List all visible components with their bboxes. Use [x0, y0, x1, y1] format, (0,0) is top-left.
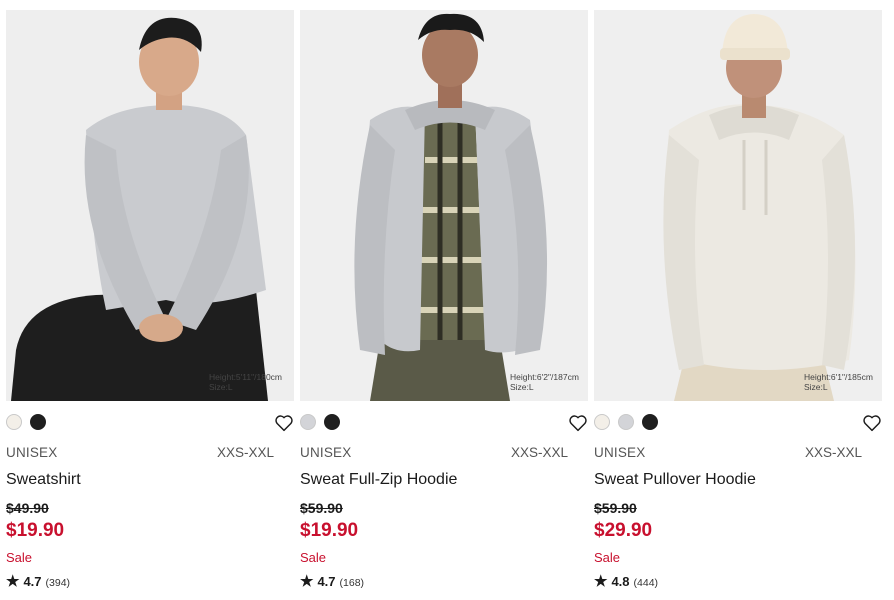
star-icon: ★ [300, 573, 314, 590]
rating: ★ 4.7 (168) [300, 572, 364, 590]
size-range: XXS-XXL [804, 445, 862, 460]
size-range: XXS-XXL [216, 445, 274, 460]
sale-label: Sale [594, 550, 621, 565]
product-image[interactable]: Height:5'11"/180cm Size:L [6, 10, 294, 401]
color-swatch[interactable] [300, 414, 316, 430]
model-height: Height:6'1"/185cm [804, 372, 873, 382]
color-swatch[interactable] [6, 414, 22, 430]
product-image[interactable]: Height:6'2"/187cm Size:L [300, 10, 588, 401]
sale-label: Sale [6, 550, 33, 565]
product-name[interactable]: Sweatshirt [6, 471, 81, 489]
original-price: $59.90 [594, 500, 637, 516]
gender-label: UNISEX [594, 445, 646, 460]
rating-value: 4.8 [611, 574, 630, 589]
color-swatch[interactable] [618, 414, 634, 430]
sale-label: Sale [300, 550, 327, 565]
rating: ★ 4.7 (394) [6, 572, 70, 590]
product-name[interactable]: Sweat Full-Zip Hoodie [300, 471, 457, 489]
original-price: $49.90 [6, 500, 49, 516]
color-swatch[interactable] [594, 414, 610, 430]
color-swatches [300, 414, 340, 432]
product-card[interactable]: Height:5'11"/180cm Size:L UNISEX XXS-XXL… [6, 0, 294, 600]
color-swatches [6, 414, 46, 432]
model-height: Height:5'11"/180cm [209, 372, 282, 382]
sale-price: $19.90 [300, 520, 359, 541]
model-size: Size:L [510, 382, 534, 392]
product-image[interactable]: Height:6'1"/185cm Size:L [594, 10, 882, 401]
size-range: XXS-XXL [510, 445, 568, 460]
model-size: Size:L [804, 382, 828, 392]
original-price: $59.90 [300, 500, 343, 516]
review-count: (168) [339, 577, 365, 589]
color-swatches [594, 414, 658, 432]
model-info: Height:6'1"/185cm Size:L [804, 372, 873, 392]
model-size: Size:L [209, 382, 233, 392]
heart-outline-icon[interactable] [274, 414, 294, 432]
rating: ★ 4.8 (444) [594, 572, 658, 590]
gender-label: UNISEX [6, 445, 58, 460]
rating-value: 4.7 [23, 574, 42, 589]
heart-outline-icon[interactable] [568, 414, 588, 432]
star-icon: ★ [594, 573, 608, 590]
product-card[interactable]: Height:6'1"/185cm Size:L UNISEX XXS-XXL … [594, 0, 882, 600]
product-name[interactable]: Sweat Pullover Hoodie [594, 471, 756, 489]
color-swatch[interactable] [324, 414, 340, 430]
color-swatch[interactable] [642, 414, 658, 430]
star-icon: ★ [6, 573, 20, 590]
heart-outline-icon[interactable] [862, 414, 882, 432]
review-count: (444) [633, 577, 659, 589]
review-count: (394) [45, 577, 71, 589]
sale-price: $19.90 [6, 520, 65, 541]
model-info: Height:6'2"/187cm Size:L [510, 372, 579, 392]
model-info: Height:5'11"/180cm Size:L [209, 372, 282, 392]
color-swatch[interactable] [30, 414, 46, 430]
model-height: Height:6'2"/187cm [510, 372, 579, 382]
rating-value: 4.7 [317, 574, 336, 589]
sale-price: $29.90 [594, 520, 653, 541]
product-card[interactable]: Height:6'2"/187cm Size:L UNISEX XXS-XXL … [300, 0, 588, 600]
gender-label: UNISEX [300, 445, 352, 460]
